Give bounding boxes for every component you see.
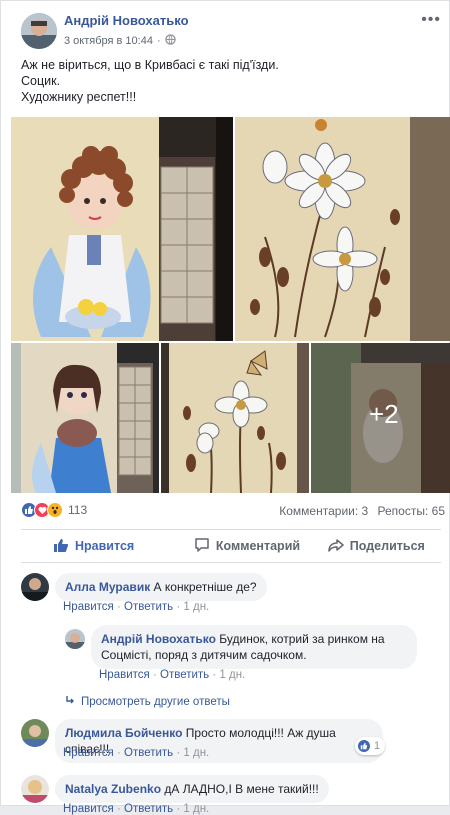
comments-count[interactable]: Комментарии: 3: [279, 504, 368, 518]
post-line: Социк.: [21, 74, 61, 88]
avatar[interactable]: [65, 629, 85, 649]
post-actions: Нравится Комментарий Поделиться: [21, 529, 441, 563]
share-button[interactable]: Поделиться: [312, 530, 441, 562]
comment: Алла Муравик А конкретніше де? Нравится …: [1, 567, 450, 621]
comment-age[interactable]: 1 дн.: [219, 669, 245, 681]
comment-links: Нравится · Ответить · 1 дн.: [63, 803, 209, 815]
post-header: Андрій Новохатько 3 октября в 10:44 · ••…: [1, 1, 450, 53]
comment-like-link[interactable]: Нравится: [63, 601, 114, 613]
separator: ·: [176, 803, 181, 815]
comment-reaction-count: 1: [374, 740, 381, 752]
more-replies-label: Просмотреть другие ответы: [81, 695, 230, 708]
post-author-name[interactable]: Андрій Новохатько: [64, 13, 189, 28]
avatar[interactable]: [21, 719, 49, 747]
shares-count[interactable]: Репосты: 65: [378, 504, 445, 518]
photo-butterfly-flowers[interactable]: [161, 343, 309, 493]
separator: ·: [156, 35, 161, 47]
separator: ·: [176, 601, 181, 613]
more-replies-link[interactable]: Просмотреть другие ответы: [65, 695, 230, 708]
separator: ·: [116, 803, 121, 815]
avatar[interactable]: [21, 775, 49, 803]
comment-label: Комментарий: [215, 539, 301, 553]
separator: ·: [176, 747, 181, 759]
post-timestamp[interactable]: 3 октября в 10:44: [64, 35, 153, 47]
comment-like-link[interactable]: Нравится: [63, 747, 114, 759]
comment-text: А конкретніше де?: [153, 580, 257, 594]
avatar[interactable]: [21, 573, 49, 601]
like-button[interactable]: Нравится: [21, 530, 182, 562]
comment-bubble: Андрій Новохатько Будинок, котрий за рин…: [91, 625, 417, 669]
like-label: Нравится: [75, 539, 135, 553]
post-stats: Комментарии: 3 Репосты: 65: [279, 504, 445, 518]
separator: ·: [152, 669, 157, 681]
reactions-summary[interactable]: 113: [21, 501, 87, 519]
comment-links: Нравится · Ответить · 1 дн.: [63, 601, 209, 613]
comment-bubble: Алла Муравик А конкретніше де?: [55, 573, 267, 601]
comment-bubble: Natalya Zubenko дА ЛАДНО,І В мене такий!…: [55, 775, 329, 803]
comment-author[interactable]: Андрій Новохатько: [101, 632, 216, 646]
comment-links: Нравится · Ответить · 1 дн.: [63, 747, 209, 759]
post-text: Аж не віриться, що в Кривбасі є такі під…: [21, 57, 441, 105]
comment-like-link[interactable]: Нравится: [99, 669, 150, 681]
comment-author[interactable]: Алла Муравик: [65, 580, 150, 594]
separator: ·: [212, 669, 217, 681]
author-avatar[interactable]: [21, 13, 57, 49]
reaction-count: 113: [68, 503, 88, 517]
comment-age[interactable]: 1 дн.: [183, 601, 209, 613]
comment: Natalya Zubenko дА ЛАДНО,І В мене такий!…: [1, 769, 450, 815]
globe-icon[interactable]: [164, 34, 176, 48]
comment: Людмила Бойченко Просто молодці!!! Аж ду…: [1, 713, 450, 767]
post-meta: 3 октября в 10:44 ·: [64, 34, 176, 48]
photo-angel-boy[interactable]: [11, 117, 233, 341]
like-icon: [357, 739, 371, 753]
photo-more[interactable]: +2: [311, 343, 450, 493]
wow-icon: [47, 502, 63, 518]
share-icon: [328, 537, 344, 556]
comment-like-link[interactable]: Нравится: [63, 803, 114, 815]
photos-more-count: +2: [369, 399, 399, 429]
comment-author[interactable]: Людмила Бойченко: [65, 726, 182, 740]
comment-author[interactable]: Natalya Zubenko: [65, 782, 161, 796]
photo-grid: +2: [11, 117, 450, 493]
separator: ·: [116, 747, 121, 759]
comment-reply-link[interactable]: Ответить: [124, 803, 173, 815]
post-line: Художнику респет!!!: [21, 90, 137, 104]
comment-icon: [194, 537, 210, 556]
comment-text: дА ЛАДНО,І В мене такий!!!: [164, 782, 319, 796]
comment-age[interactable]: 1 дн.: [183, 803, 209, 815]
comment-links: Нравится · Ответить · 1 дн.: [99, 669, 245, 681]
ellipsis-icon[interactable]: •••: [421, 11, 441, 29]
separator: ·: [116, 601, 121, 613]
post-line: Аж не віриться, що в Кривбасі є такі під…: [21, 58, 279, 72]
photo-angel-girl[interactable]: [11, 343, 159, 493]
comment-reply-link[interactable]: Ответить: [160, 669, 209, 681]
comment-reply-link[interactable]: Ответить: [124, 601, 173, 613]
comment-reply-link[interactable]: Ответить: [124, 747, 173, 759]
thumbs-up-icon: [53, 537, 69, 556]
share-label: Поделиться: [349, 539, 425, 553]
comment-age[interactable]: 1 дн.: [183, 747, 209, 759]
comment-button[interactable]: Комментарий: [182, 530, 311, 562]
reply-arrow-icon: [65, 695, 75, 708]
photo-flowers[interactable]: [235, 117, 450, 341]
comment-reaction-badge[interactable]: 1: [355, 737, 386, 755]
post-card: Андрій Новохатько 3 октября в 10:44 · ••…: [0, 0, 450, 815]
comment-reply: Андрій Новохатько Будинок, котрий за рин…: [1, 623, 450, 683]
